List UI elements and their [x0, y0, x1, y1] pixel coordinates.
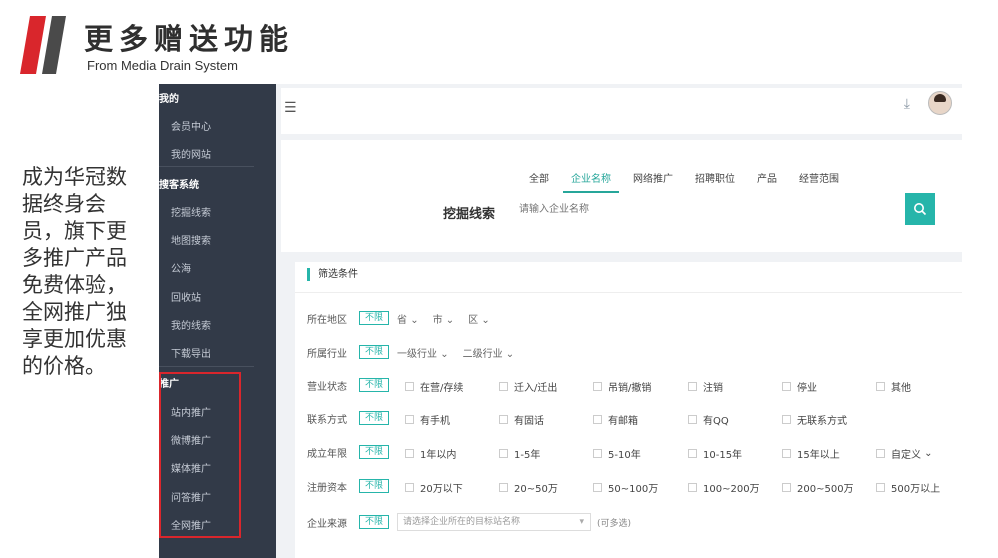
filter-label: 注册资本	[307, 482, 347, 494]
checkbox-option[interactable]: 200~500万	[782, 480, 854, 495]
no-limit-button[interactable]: 不限	[359, 479, 390, 493]
slide-subtitle: From Media Drain System	[87, 58, 238, 73]
side-description: 成为华冠数据终身会员，旗下更多推广产品免费体验，全网推广独享更加优惠的价格。	[22, 165, 127, 378]
sidebar-item-mine-leads[interactable]: 挖掘线索	[171, 204, 211, 219]
filter-label: 企业来源	[307, 518, 347, 530]
checkbox-option[interactable]: 15年以上	[782, 446, 840, 461]
checkbox-option-custom[interactable]: 自定义 ⌄	[876, 446, 933, 461]
filter-label: 成立年限	[307, 448, 347, 460]
industry-level2-dropdown[interactable]: 二级行业 ⌄	[463, 345, 515, 360]
tab-all[interactable]: 全部	[521, 170, 557, 193]
sidebar-section-search: 搜客系统	[159, 180, 199, 191]
checkbox-option[interactable]: 无联系方式	[782, 412, 847, 427]
filter-title: 筛选条件	[307, 268, 358, 281]
checkbox-option[interactable]: 在营/存续	[405, 379, 463, 394]
sidebar-divider	[159, 166, 254, 167]
top-bar	[281, 88, 962, 134]
filter-row-contact: 联系方式 不限	[307, 410, 397, 426]
checkbox-option[interactable]: 注销	[688, 379, 723, 394]
checkbox-option[interactable]: 50~100万	[593, 480, 658, 495]
avatar[interactable]	[928, 91, 952, 115]
brand-logo-icon	[20, 16, 66, 74]
checkbox-option[interactable]: 吊销/撤销	[593, 379, 651, 394]
checkbox-option[interactable]: 500万以上	[876, 480, 940, 495]
filter-row-industry: 所属行业 不限 一级行业 ⌄ 二级行业 ⌄	[307, 344, 528, 360]
filter-label: 所属行业	[307, 348, 347, 360]
tab-products[interactable]: 产品	[749, 170, 785, 193]
checkbox-option[interactable]: 有固话	[499, 412, 544, 427]
download-icon[interactable]: ⤓	[904, 96, 910, 112]
filter-label: 所在地区	[307, 314, 347, 326]
checkbox-option[interactable]: 其他	[876, 379, 911, 394]
sidebar-item-map-search[interactable]: 地图搜索	[171, 232, 211, 247]
sidebar-divider	[159, 366, 254, 367]
no-limit-button[interactable]: 不限	[359, 411, 390, 425]
menu-icon[interactable]: ☰	[284, 100, 297, 116]
slide-title: 更多赠送功能	[84, 22, 295, 56]
no-limit-button[interactable]: 不限	[359, 378, 390, 392]
checkbox-option[interactable]: 20万以下	[405, 480, 463, 495]
checkbox-option[interactable]: 5-10年	[593, 446, 641, 461]
no-limit-button[interactable]: 不限	[359, 311, 390, 325]
sidebar: 我的 会员中心 我的网站 搜客系统 挖掘线索 地图搜索 公海 回收站 我的线索 …	[159, 84, 276, 558]
filter-label: 联系方式	[307, 414, 347, 426]
sidebar-item-my-site[interactable]: 我的网站	[171, 146, 211, 161]
checkbox-option[interactable]: 迁入/迁出	[499, 379, 557, 394]
slide: 更多赠送功能 From Media Drain System 成为华冠数据终身会…	[0, 0, 998, 558]
city-dropdown[interactable]: 市 ⌄	[433, 311, 455, 326]
filter-row-years: 成立年限 不限	[307, 444, 397, 460]
tab-job-positions[interactable]: 招聘职位	[687, 170, 743, 193]
no-limit-button[interactable]: 不限	[359, 515, 390, 529]
sidebar-item-download-export[interactable]: 下载导出	[171, 345, 211, 360]
checkbox-option[interactable]: 有手机	[405, 412, 450, 427]
sidebar-item-public-pool[interactable]: 公海	[171, 260, 191, 275]
checkbox-option[interactable]: 有QQ	[688, 412, 729, 427]
no-limit-button[interactable]: 不限	[359, 345, 390, 359]
checkbox-option[interactable]: 1年以内	[405, 446, 456, 461]
checkbox-option[interactable]: 10-15年	[688, 446, 742, 461]
search-tabs: 全部 企业名称 网络推广 招聘职位 产品 经营范围	[521, 170, 853, 193]
search-button[interactable]	[905, 193, 935, 225]
industry-level1-dropdown[interactable]: 一级行业 ⌄	[397, 345, 449, 360]
district-dropdown[interactable]: 区 ⌄	[468, 311, 490, 326]
filter-row-region: 所在地区 不限 省 ⌄ 市 ⌄ 区 ⌄	[307, 310, 504, 326]
tab-company-name[interactable]: 企业名称	[563, 170, 619, 193]
checkbox-option[interactable]: 停业	[782, 379, 817, 394]
checkbox-option[interactable]: 100~200万	[688, 480, 760, 495]
sidebar-item-member-center[interactable]: 会员中心	[171, 118, 211, 133]
tab-network-promotion[interactable]: 网络推广	[625, 170, 681, 193]
filter-label: 营业状态	[307, 381, 347, 393]
filter-divider	[295, 292, 962, 293]
search-input[interactable]	[513, 193, 905, 225]
promotion-highlight-box	[159, 372, 241, 538]
multi-select-hint: (可多选)	[597, 518, 632, 529]
sidebar-item-recycle-bin[interactable]: 回收站	[171, 289, 201, 304]
filter-row-source: 企业来源 不限 请选择企业所在的目标站名称 (可多选)	[307, 513, 632, 531]
tab-business-scope[interactable]: 经营范围	[791, 170, 847, 193]
search-card: 全部 企业名称 网络推广 招聘职位 产品 经营范围 挖掘线索	[281, 140, 962, 252]
search-label: 挖掘线索	[443, 207, 496, 222]
filter-row-status: 营业状态 不限	[307, 377, 397, 393]
checkbox-option[interactable]: 20~50万	[499, 480, 558, 495]
app-screenshot: 我的 会员中心 我的网站 搜客系统 挖掘线索 地图搜索 公海 回收站 我的线索 …	[159, 84, 962, 558]
no-limit-button[interactable]: 不限	[359, 445, 390, 459]
source-site-select[interactable]: 请选择企业所在的目标站名称	[397, 513, 592, 531]
filter-card: 筛选条件 所在地区 不限 省 ⌄ 市 ⌄ 区 ⌄ 所属行业 不限 一级行业 ⌄ …	[295, 262, 962, 558]
province-dropdown[interactable]: 省 ⌄	[397, 311, 419, 326]
filter-row-capital: 注册资本 不限	[307, 478, 397, 494]
checkbox-option[interactable]: 1-5年	[499, 446, 540, 461]
checkbox-option[interactable]: 有邮箱	[593, 412, 638, 427]
sidebar-section-mine: 我的	[159, 94, 179, 105]
search-icon	[914, 203, 927, 216]
sidebar-item-my-leads[interactable]: 我的线索	[171, 317, 211, 332]
